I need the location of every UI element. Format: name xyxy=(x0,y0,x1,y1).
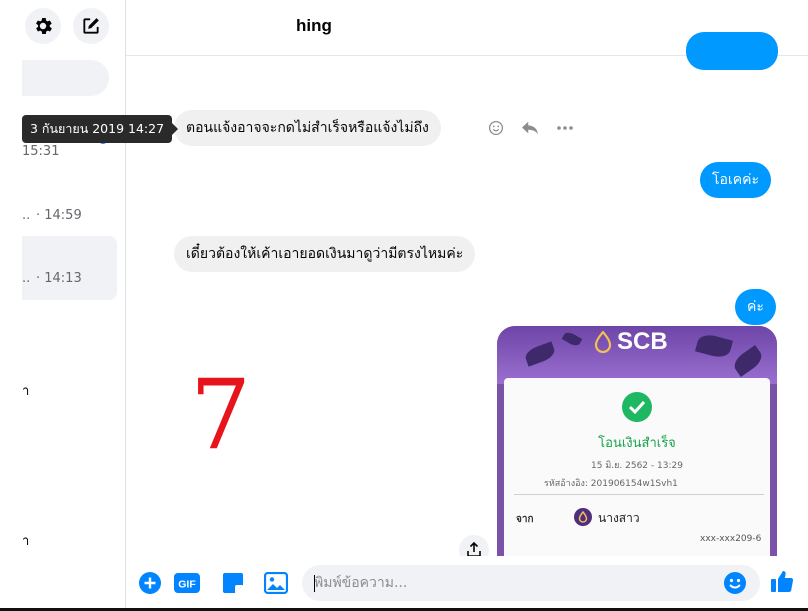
gif-button[interactable]: GIF xyxy=(174,570,200,596)
react-button[interactable] xyxy=(486,118,506,138)
conversation-preview-fragment: า xyxy=(22,384,30,399)
gear-icon xyxy=(36,18,52,34)
leaf-decoration xyxy=(561,330,583,348)
reply-icon xyxy=(522,121,538,135)
emoji-button[interactable] xyxy=(722,570,748,596)
message-input[interactable] xyxy=(302,565,760,601)
message-bubble-incoming[interactable]: เดี๋ยวต้องให้เค้าเอายอดเงินมาดูว่ามีตรงไ… xyxy=(174,236,476,272)
sticker-button[interactable] xyxy=(220,570,246,596)
scb-brand-text: SCB xyxy=(617,328,668,355)
svg-text:GIF: GIF xyxy=(178,579,196,591)
more-button[interactable] xyxy=(555,118,575,138)
gif-icon: GIF xyxy=(174,573,200,593)
like-button[interactable] xyxy=(769,568,795,594)
leaf-decoration xyxy=(694,331,734,361)
conversation-prefix: .. xyxy=(22,271,31,286)
sticker-icon xyxy=(223,573,243,593)
emoji-icon xyxy=(724,572,746,594)
bank-logo-icon xyxy=(574,508,592,526)
thumbs-up-icon xyxy=(771,571,794,593)
conversation-prefix: .. xyxy=(22,208,31,223)
message-composer: GIF xyxy=(126,556,808,611)
sidebar-search[interactable] xyxy=(22,60,109,96)
message-bubble-outgoing[interactable]: ค่ะ xyxy=(735,289,776,325)
plus-icon xyxy=(139,572,161,594)
compose-icon xyxy=(83,18,99,34)
conversation-time: 15:31 xyxy=(22,144,60,159)
receipt-banner: SCB xyxy=(497,326,777,384)
divider xyxy=(514,494,764,495)
message-bubble-outgoing[interactable]: โอเคค่ะ xyxy=(700,162,771,198)
overlay-number: 7 xyxy=(190,359,252,471)
conversation-item-selected[interactable]: .. · 14:13 xyxy=(22,236,117,300)
contact-name[interactable]: hing xyxy=(296,16,332,36)
more-actions-button[interactable] xyxy=(137,570,163,596)
sender-name: นางสาว xyxy=(598,511,640,525)
transfer-status: โอนเงินสำเร็จ xyxy=(598,436,676,451)
transfer-date: 15 มิ.ย. 2562 - 13:29 xyxy=(591,461,683,471)
image-icon xyxy=(264,572,288,594)
photo-button[interactable] xyxy=(263,570,289,596)
leaf-decoration xyxy=(730,345,766,377)
conversation-item[interactable]: .. · 14:59 xyxy=(0,200,125,230)
success-check-icon xyxy=(622,392,652,422)
receipt-card: โอนเงินสำเร็จ 15 มิ.ย. 2562 - 13:29 รหัส… xyxy=(504,378,770,561)
more-icon xyxy=(557,126,573,130)
message-bubble-partial[interactable] xyxy=(686,32,778,70)
leaf-decoration xyxy=(523,341,557,367)
from-label: จาก xyxy=(516,514,534,525)
conversation-time: · 14:13 xyxy=(36,271,82,286)
scb-logo: SCB xyxy=(593,328,668,356)
text-caret xyxy=(314,575,315,592)
conversation-time: · 14:59 xyxy=(36,208,82,223)
transfer-receipt-image[interactable]: SCB โอนเงินสำเร็จ 15 มิ.ย. 2562 - 13:29 … xyxy=(497,326,777,561)
conversation-sidebar: 15:31 .. · 14:59 .. · 14:13 า า xyxy=(0,0,126,611)
scb-emblem-icon xyxy=(594,331,612,353)
new-message-button[interactable] xyxy=(73,8,109,44)
sender-account: xxx-xxx209-6 xyxy=(700,534,762,544)
transfer-reference: รหัสอ้างอิง: 201906154w1Svh1 xyxy=(544,479,678,489)
reply-button[interactable] xyxy=(520,118,540,138)
smiley-icon xyxy=(488,120,504,136)
timestamp-tooltip: 3 กันยายน 2019 14:27 xyxy=(22,115,179,143)
message-bubble-incoming[interactable]: ตอนแจ้งอาจจะกดไม่สำเร็จหรือแจ้งไม่ถึง xyxy=(174,110,441,146)
settings-button[interactable] xyxy=(25,8,61,44)
conversation-preview-fragment: า xyxy=(22,534,30,549)
